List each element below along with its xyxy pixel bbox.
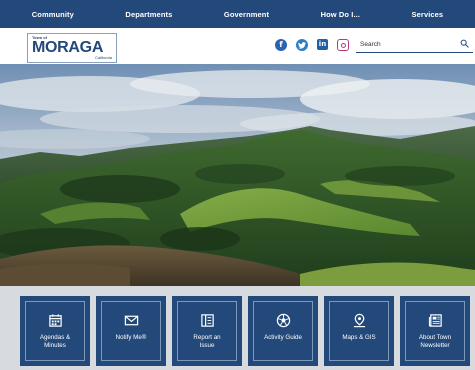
quick-link-newsletter[interactable]: About Town Newsletter — [400, 296, 470, 366]
linkedin-icon[interactable]: in — [317, 39, 328, 50]
search-box — [356, 35, 473, 53]
instagram-icon[interactable] — [337, 39, 349, 51]
search-icon[interactable] — [460, 39, 469, 48]
quick-link-notify-me[interactable]: Notify Me® — [96, 296, 166, 366]
logo-bottom-text: California — [95, 55, 112, 60]
ball-icon — [276, 313, 290, 328]
envelope-icon — [124, 315, 138, 326]
nav-community[interactable]: Community — [32, 10, 74, 19]
quick-link-activity-guide[interactable]: Activity Guide — [248, 296, 318, 366]
tile-label: Agendas & Minutes — [39, 334, 71, 350]
nav-government[interactable]: Government — [224, 10, 269, 19]
tile-label: About Town Newsletter — [418, 334, 452, 350]
quick-link-report-issue[interactable]: Report an Issue — [172, 296, 242, 366]
facebook-icon[interactable]: f — [275, 39, 287, 51]
top-navigation: Community Departments Government How Do … — [0, 0, 475, 28]
map-pin-icon — [353, 313, 365, 328]
book-icon — [200, 314, 214, 327]
tile-label: Activity Guide — [264, 334, 302, 341]
town-logo[interactable]: Town of MORAGA California — [27, 33, 117, 63]
quick-link-agendas-minutes[interactable]: Agendas & Minutes — [20, 296, 90, 366]
tile-label: Report an Issue — [193, 334, 221, 350]
quick-link-maps-gis[interactable]: Maps & GIS — [324, 296, 394, 366]
calendar-icon — [48, 314, 62, 327]
hero-image — [0, 64, 475, 286]
nav-services[interactable]: Services — [412, 10, 444, 19]
nav-how-do-i[interactable]: How Do I... — [321, 10, 360, 19]
site-header: Town of MORAGA California f in — [0, 28, 475, 64]
nav-departments[interactable]: Departments — [125, 10, 172, 19]
search-input[interactable] — [360, 38, 455, 50]
twitter-icon[interactable] — [296, 39, 308, 51]
tile-label: Notify Me® — [115, 334, 147, 341]
logo-name: MORAGA — [32, 39, 104, 56]
quick-links: Agendas & Minutes Notify Me® Report an I… — [0, 286, 475, 370]
tile-label: Maps & GIS — [342, 334, 376, 341]
newspaper-icon — [428, 314, 442, 327]
